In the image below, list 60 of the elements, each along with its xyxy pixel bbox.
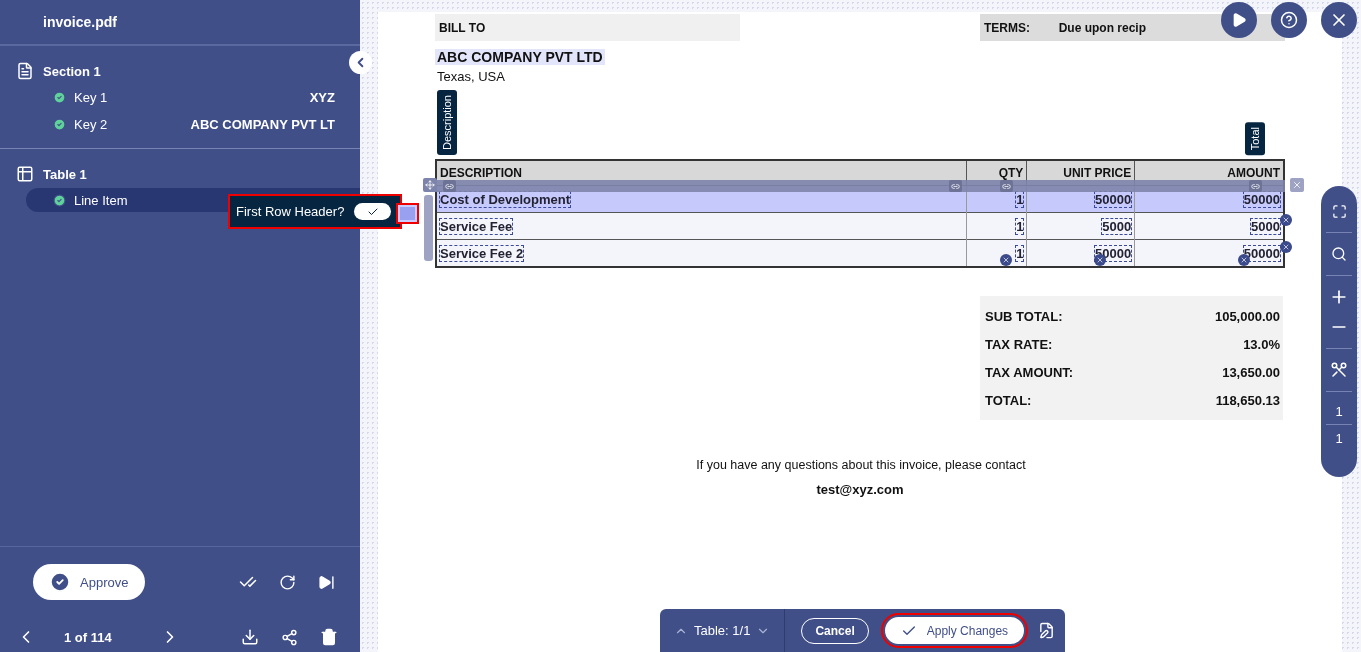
- close-button[interactable]: [1321, 2, 1357, 38]
- contact-email: test@xyz.com: [816, 482, 904, 497]
- field-item[interactable]: Key 1 XYZ: [26, 85, 360, 109]
- terms-value: Due upon recip: [1058, 20, 1146, 35]
- field-value: ABC COMPANY PVT LT: [190, 116, 335, 132]
- terms-label: TERMS:: [984, 20, 1030, 35]
- header-toggle[interactable]: [354, 203, 392, 220]
- check-circle-icon: [49, 571, 71, 593]
- file-name: invoice.pdf: [43, 14, 117, 30]
- link-icon[interactable]: [1249, 180, 1262, 192]
- play-icon: [1231, 12, 1247, 28]
- bill-to-label: BILL TO: [439, 20, 486, 35]
- table-cell: Service Fee 2: [436, 239, 967, 267]
- column-tag: Total: [1245, 121, 1265, 155]
- field-label: Line Item: [74, 192, 129, 208]
- play-button[interactable]: [1221, 2, 1257, 38]
- field-label: Key 2: [74, 116, 109, 132]
- page-indicator: 1 of 114: [64, 629, 112, 645]
- total-label: SUB TOTAL:: [985, 308, 1063, 324]
- total-value: 105,000.00: [1214, 308, 1280, 324]
- link-icon[interactable]: [949, 180, 962, 192]
- page-number: 1: [1335, 402, 1343, 421]
- row-handle[interactable]: [424, 195, 433, 261]
- page-number: 1: [1335, 429, 1343, 448]
- link-icon[interactable]: [1000, 180, 1013, 192]
- table-cell: 5000: [1026, 212, 1135, 240]
- link-icon[interactable]: [443, 180, 456, 192]
- total-label: TAX RATE:: [985, 336, 1053, 352]
- help-button[interactable]: [1271, 2, 1307, 38]
- document-icon: [16, 62, 34, 80]
- total-value: 118,650.13: [1215, 392, 1280, 408]
- table-indicator: Table: 1/1: [694, 623, 751, 638]
- group-title: Section 1: [43, 63, 101, 79]
- move-icon[interactable]: [423, 178, 437, 192]
- approve-button[interactable]: Approve: [33, 564, 146, 600]
- skip-icon[interactable]: [318, 573, 335, 591]
- company-name: ABC COMPANY PVT LTD: [435, 49, 605, 65]
- total-value: 13,650.00: [1222, 364, 1280, 380]
- delete-icon[interactable]: [320, 628, 338, 646]
- edit-icon[interactable]: [1038, 622, 1056, 639]
- field-label: Key 1: [74, 89, 109, 105]
- share-icon[interactable]: [281, 628, 298, 646]
- total-value: 13.0%: [1243, 336, 1280, 352]
- column-tag: Description: [437, 89, 457, 155]
- table-icon: [16, 165, 34, 183]
- company-address: Texas, USA: [436, 69, 506, 84]
- download-icon[interactable]: [241, 628, 259, 646]
- total-label: TAX AMOUNT:: [985, 364, 1074, 380]
- table-cell: 5000: [1134, 212, 1284, 240]
- table-cell: Service Fee: [436, 212, 967, 240]
- help-icon: [1280, 11, 1298, 29]
- refresh-icon[interactable]: [279, 573, 296, 591]
- field-value: XYZ: [309, 89, 335, 105]
- table-cell: 1: [966, 239, 1027, 267]
- contact-note: If you have any questions about this invoice, please contact: [696, 458, 1026, 472]
- table-cell: 1: [966, 212, 1027, 240]
- table-cell: 50000: [1134, 239, 1284, 267]
- group-title: Table 1: [43, 166, 87, 182]
- field-item[interactable]: Key 2 ABC COMPANY PVT LT: [26, 112, 360, 136]
- total-label: TOTAL:: [985, 392, 1032, 408]
